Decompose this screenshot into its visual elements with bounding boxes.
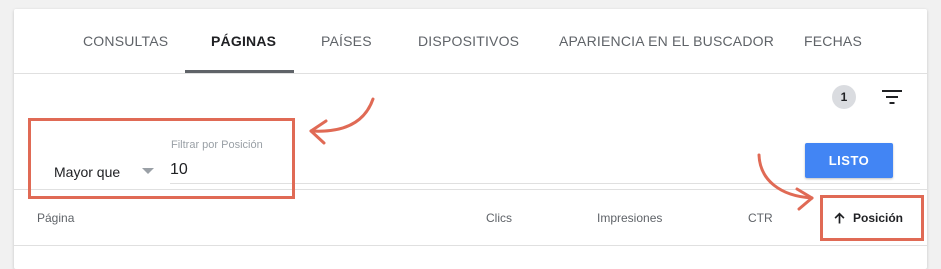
operator-select[interactable]: Mayor que <box>52 154 162 184</box>
column-header-pagina[interactable]: Página <box>37 211 74 225</box>
tab-fechas[interactable]: FECHAS <box>804 33 862 49</box>
tab-apariencia-en-el-buscador[interactable]: APARIENCIA EN EL BUSCADOR <box>559 33 774 49</box>
operator-value: Mayor que <box>54 164 121 180</box>
column-header-posicion[interactable]: Posición <box>834 211 903 225</box>
dropdown-arrow-icon <box>142 168 154 174</box>
column-header-impresiones[interactable]: Impresiones <box>597 211 662 225</box>
tab-consultas[interactable]: CONSULTAS <box>83 33 168 49</box>
table-row-divider <box>14 245 927 246</box>
column-header-clics[interactable]: Clics <box>486 211 512 225</box>
tab-dispositivos[interactable]: DISPOSITIVOS <box>418 33 519 49</box>
performance-card: CONSULTAS PÁGINAS PAÍSES DISPOSITIVOS AP… <box>14 9 927 269</box>
filter-field-label: Filtrar por Posición <box>171 139 263 151</box>
tab-bar: CONSULTAS PÁGINAS PAÍSES DISPOSITIVOS AP… <box>14 9 927 74</box>
tab-paginas[interactable]: PÁGINAS <box>211 33 276 49</box>
position-filter-input[interactable] <box>170 159 290 181</box>
column-header-ctr[interactable]: CTR <box>748 211 773 225</box>
filter-underline <box>170 183 920 184</box>
arrow-up-icon <box>834 212 845 224</box>
filter-count-badge: 1 <box>832 85 856 109</box>
filter-icon[interactable] <box>882 89 902 105</box>
active-tab-indicator <box>185 70 294 73</box>
column-header-posicion-label: Posición <box>853 211 904 225</box>
tab-paises[interactable]: PAÍSES <box>321 33 372 49</box>
listo-button[interactable]: LISTO <box>805 143 893 178</box>
filter-row: Mayor que Filtrar por Posición <box>14 109 927 185</box>
header-divider <box>14 189 927 190</box>
